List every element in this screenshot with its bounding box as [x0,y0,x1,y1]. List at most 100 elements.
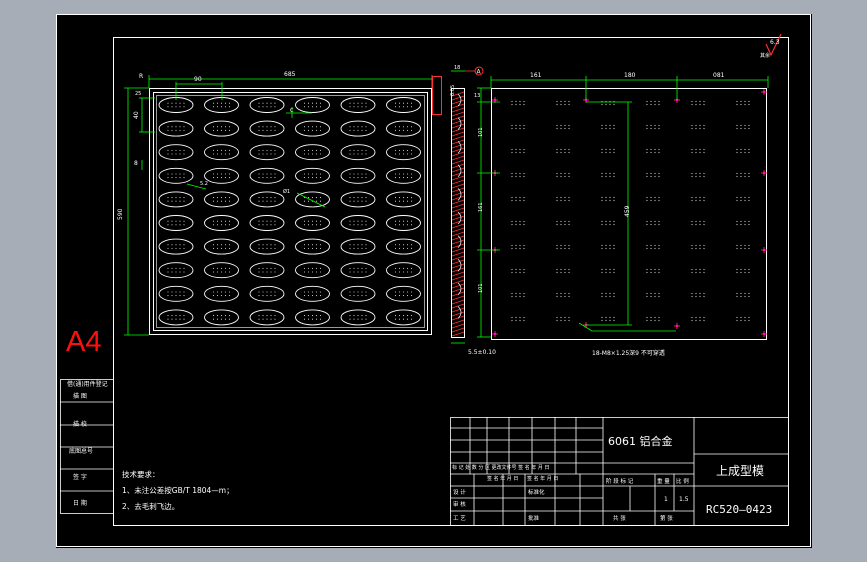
vent-dot [274,315,276,317]
vent-dot [361,126,363,128]
vent-dot [394,315,397,317]
back-dot [560,316,562,319]
vent-dot [179,153,181,155]
back-dot [646,295,648,298]
vent-dot [361,295,363,297]
back-dot [691,268,693,271]
back-dot [605,103,607,106]
vent-dot [353,149,355,151]
vent-dot [216,267,219,269]
vent-dot [303,295,306,297]
vent-dot [365,173,367,175]
vent-dot [307,197,310,199]
vent-dot [266,197,268,199]
weight-header: 重 量 [657,477,670,485]
vent-dot [357,315,359,317]
back-dot [703,223,705,226]
vent-dot [270,247,272,249]
back-dot [654,295,656,298]
back-dot [699,199,701,202]
bottom-dim: 5.5±0.10 [468,349,496,356]
back-dot [601,295,603,298]
vent-dot [361,244,363,246]
back-dot [695,295,697,298]
vent-dot [274,200,276,202]
vent-dot [262,102,264,104]
vent-dot [212,102,215,104]
vent-dot [410,220,413,222]
back-dot [650,148,652,151]
back-dot [515,148,517,151]
back-dot [691,271,693,274]
back-dot [658,100,660,103]
back-dot [556,244,558,247]
back-dot [744,271,746,274]
back-dot [511,103,513,106]
sign-row-design: 设 计 [453,488,466,496]
back-dot [658,271,660,274]
back-dot [736,292,738,295]
back-dot [699,175,701,178]
vent-dot [274,102,276,104]
back-dot [605,196,607,199]
vent-dot [410,153,413,155]
back-dot [691,196,693,199]
back-dot [613,271,615,274]
back-dot [601,103,603,106]
vent-dot [311,102,314,104]
vent-dot [274,267,276,269]
back-dot [564,244,566,247]
vent-dot [394,267,397,269]
vent-dot [167,102,169,104]
back-dot [609,319,611,322]
vent-dot [398,244,401,246]
vent-dot [270,220,272,222]
back-dot [691,175,693,178]
vent-dot [258,220,260,222]
vent-dot [228,220,231,222]
scale-value: 1.5 [679,496,689,503]
vent-dot [179,291,181,293]
back-dot [646,151,648,154]
back-dot [515,127,517,130]
vent-dot [361,200,363,202]
back-dot [601,319,603,322]
back-dot [650,223,652,226]
vent-dot [270,271,272,273]
vent-dot [365,153,367,155]
vent-dot [175,177,177,179]
back-dot [744,100,746,103]
back-dot [601,124,603,127]
vent-dot [357,224,359,226]
vent-dot [212,173,215,175]
vent-dot [402,153,405,155]
back-dot [511,244,513,247]
vent-dot [171,295,173,297]
vent-dot [167,291,169,293]
vent-dot [319,244,322,246]
vent-dot [262,224,264,226]
back-dot [560,124,562,127]
vent-dot [402,106,405,108]
back-dot [695,175,697,178]
vent-dot [349,177,351,179]
back-dot [601,223,603,226]
back-dot [654,103,656,106]
back-dot [703,271,705,274]
back-dot [699,223,701,226]
vent-dot [179,126,181,128]
vent-dot [319,220,322,222]
back-dot [519,244,521,247]
back-dot [568,220,570,223]
vent-dot [274,153,276,155]
dim-left: 161 [530,72,542,79]
vent-dot [266,126,268,128]
vent-dot [179,244,181,246]
vent-dot [315,318,318,320]
vent-dot [171,149,173,151]
back-dot [613,196,615,199]
vent-dot [406,220,409,222]
vent-dot [175,220,177,222]
vent-dot [410,177,413,179]
back-dot [695,199,697,202]
